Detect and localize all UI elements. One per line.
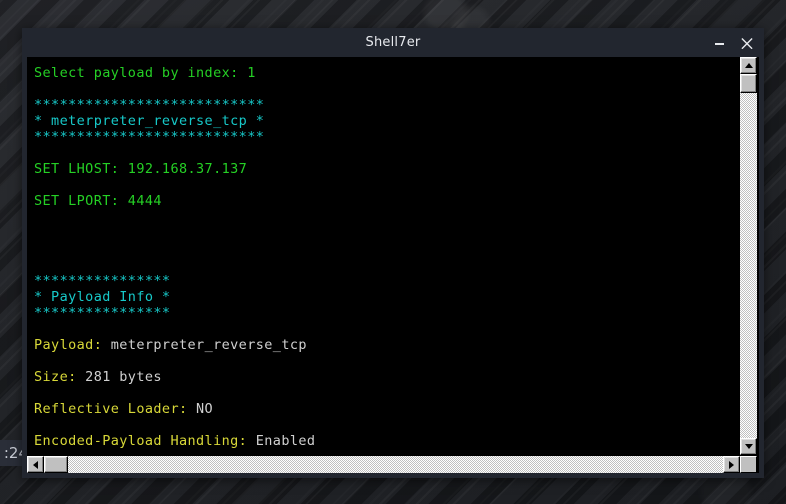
terminal-line-label: Size:	[34, 369, 77, 385]
terminal-line-banner-bottom-2: ****************	[34, 305, 171, 321]
arrow-up-icon	[744, 63, 753, 68]
horizontal-scrollbar[interactable]	[27, 456, 740, 473]
close-icon	[741, 37, 753, 49]
terminal-line-blank-6	[31, 241, 740, 257]
window-body: Select payload by index: 1 *************…	[27, 57, 759, 473]
terminal-line-value: 281 bytes	[76, 369, 162, 385]
scroll-right-button[interactable]	[723, 456, 740, 473]
terminal-line-value: Enabled	[247, 433, 316, 449]
scrollbar-corner	[740, 456, 757, 473]
terminal-line-blank-11	[31, 417, 740, 433]
terminal-line-blank-10	[31, 385, 740, 401]
scroll-left-button[interactable]	[27, 456, 44, 473]
scroll-up-button[interactable]	[740, 57, 757, 74]
terminal-line-select-payload: Select payload by index: 1	[34, 65, 256, 81]
terminal-line-banner-top-2: ****************	[34, 273, 171, 289]
terminal-line-banner-bottom-1: ***************************	[34, 129, 265, 145]
terminal-line-blank-3	[31, 177, 740, 193]
shell7er-window[interactable]: Shell7er Select payload by index: 1 ****…	[22, 28, 764, 478]
terminal-line-blank-2	[31, 145, 740, 161]
terminal-line-value: meterpreter_reverse_tcp	[102, 337, 307, 353]
terminal-line-info-encoded: Encoded-Payload Handling: Enabled	[31, 433, 740, 449]
window-title: Shell7er	[365, 35, 421, 50]
horizontal-scrollbar-thumb[interactable]	[44, 456, 68, 473]
minimize-icon	[714, 37, 725, 48]
terminal-line-label: Payload:	[34, 337, 103, 353]
scroll-down-button[interactable]	[740, 438, 757, 455]
close-button[interactable]	[734, 28, 760, 57]
vertical-scrollbar-track[interactable]	[740, 57, 757, 455]
vertical-scrollbar[interactable]	[740, 57, 757, 455]
arrow-down-icon	[744, 444, 753, 449]
terminal-line-label: Reflective Loader:	[34, 401, 188, 417]
terminal-line-blank-4	[31, 209, 740, 225]
terminal-line-info-reflective: Reflective Loader: NO	[31, 401, 740, 417]
terminal-line-set-lhost: SET LHOST: 192.168.37.137	[34, 161, 248, 177]
terminal-line-info-payload: Payload: meterpreter_reverse_tcp	[31, 337, 740, 353]
terminal-line-blank-5	[31, 225, 740, 241]
terminal-line-banner-title-2: * Payload Info *	[34, 289, 171, 305]
terminal-line-blank-7	[31, 257, 740, 273]
terminal-line-value: NO	[187, 401, 214, 417]
arrow-right-icon	[729, 460, 734, 469]
terminal-line-set-lport: SET LPORT: 4444	[34, 193, 162, 209]
terminal-line-blank-8	[31, 321, 740, 337]
screen: :24 Shell7er Select payload by index: 1 …	[0, 0, 786, 504]
terminal-line-info-size: Size: 281 bytes	[31, 369, 740, 385]
window-titlebar[interactable]: Shell7er	[22, 28, 764, 57]
vertical-scrollbar-thumb[interactable]	[740, 74, 757, 93]
terminal-line-banner-top-1: ***************************	[34, 97, 265, 113]
terminal-line-banner-title-1: * meterpreter_reverse_tcp *	[34, 113, 265, 129]
terminal-line-label: Encoded-Payload Handling:	[34, 433, 248, 449]
arrow-left-icon	[33, 460, 38, 469]
terminal-line-blank-1	[31, 81, 740, 97]
minimize-button[interactable]	[706, 28, 732, 57]
terminal-line-blank-9	[31, 353, 740, 369]
horizontal-scrollbar-track[interactable]	[27, 456, 740, 473]
terminal-output[interactable]: Select payload by index: 1 *************…	[27, 57, 740, 455]
